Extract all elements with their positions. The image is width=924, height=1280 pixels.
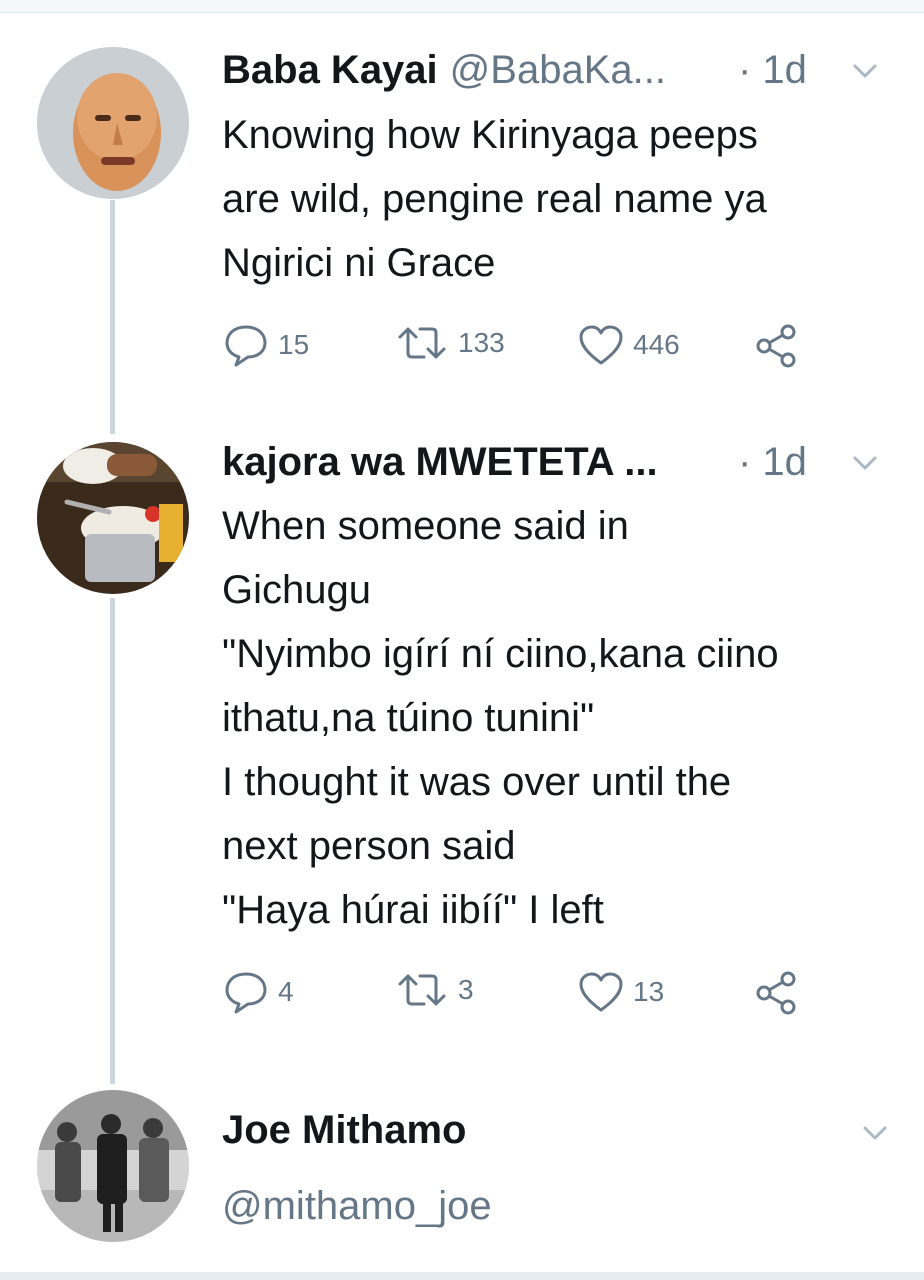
tweet-text-line: "Haya húrai iibíí" I left [222, 888, 604, 932]
author-name[interactable]: kajora wa MWETETA ... [222, 440, 658, 485]
like-count: 446 [633, 329, 680, 360]
tweet-text-line: next person said [222, 824, 516, 868]
avatar[interactable] [37, 1090, 189, 1242]
share-icon [756, 324, 796, 368]
tweet-text-line: When someone said in [222, 504, 629, 548]
tweet-header: Baba Kayai @BabaKa... [222, 48, 666, 93]
share-button[interactable] [752, 970, 808, 1016]
tweet-text-line: are wild, pengine real name ya [222, 177, 767, 221]
thread-line [110, 200, 115, 434]
author-name[interactable]: Baba Kayai [222, 48, 438, 93]
tweet-text-line: "Nyimbo igírí ní ciino,kana ciino [222, 632, 779, 676]
retweet-icon [398, 974, 446, 1006]
heart-icon [579, 325, 623, 365]
reply-count: 4 [278, 976, 294, 1007]
author-handle[interactable]: @BabaKa... [450, 48, 666, 93]
tweet-text: Knowing how Kirinyaga peeps are wild, pe… [222, 103, 767, 295]
retweet-button[interactable]: 3 [394, 970, 474, 1010]
tweet-text-line: I thought it was over until the [222, 760, 732, 804]
avatar[interactable] [37, 442, 189, 594]
like-count: 13 [633, 976, 665, 1007]
reply-button[interactable]: 15 [222, 323, 309, 367]
reply-count: 15 [278, 329, 310, 360]
tweet-text: When someone said in Gichugu "Nyimbo igí… [222, 494, 779, 942]
reply-icon [225, 972, 267, 1014]
tweet-actions: 4 3 13 [222, 970, 822, 1020]
tweet-timestamp[interactable]: · 1d [738, 48, 807, 93]
retweet-button[interactable]: 133 [394, 323, 505, 363]
tweet-text-line: Knowing how Kirinyaga peeps [222, 113, 758, 157]
share-icon [756, 971, 796, 1015]
reply-icon [225, 325, 267, 367]
author-handle[interactable]: @mithamo_joe [222, 1184, 492, 1229]
retweet-count: 3 [458, 974, 474, 1005]
tweet-text-line: Ngirici ni Grace [222, 241, 496, 285]
tweet-timestamp[interactable]: · 1d [738, 440, 807, 485]
retweet-icon [398, 327, 446, 359]
author-name[interactable]: Joe Mithamo [222, 1108, 466, 1153]
like-button[interactable]: 13 [577, 970, 664, 1014]
avatar[interactable] [37, 47, 189, 199]
chevron-down-icon[interactable] [850, 448, 880, 478]
share-button[interactable] [752, 323, 808, 369]
heart-icon [579, 972, 623, 1012]
thread-line [110, 598, 115, 1084]
tweet-actions: 15 133 446 [222, 323, 822, 373]
like-button[interactable]: 446 [577, 323, 680, 367]
chevron-down-icon[interactable] [850, 56, 880, 86]
top-divider [0, 0, 924, 13]
reply-button[interactable]: 4 [222, 970, 294, 1014]
tweet-text-line: ithatu,na túino tunini" [222, 696, 595, 740]
bottom-divider [0, 1272, 924, 1280]
chevron-down-icon[interactable] [860, 1118, 890, 1148]
tweet-text-line: Gichugu [222, 568, 371, 612]
tweet-header: kajora wa MWETETA ... [222, 440, 658, 485]
retweet-count: 133 [458, 327, 505, 358]
